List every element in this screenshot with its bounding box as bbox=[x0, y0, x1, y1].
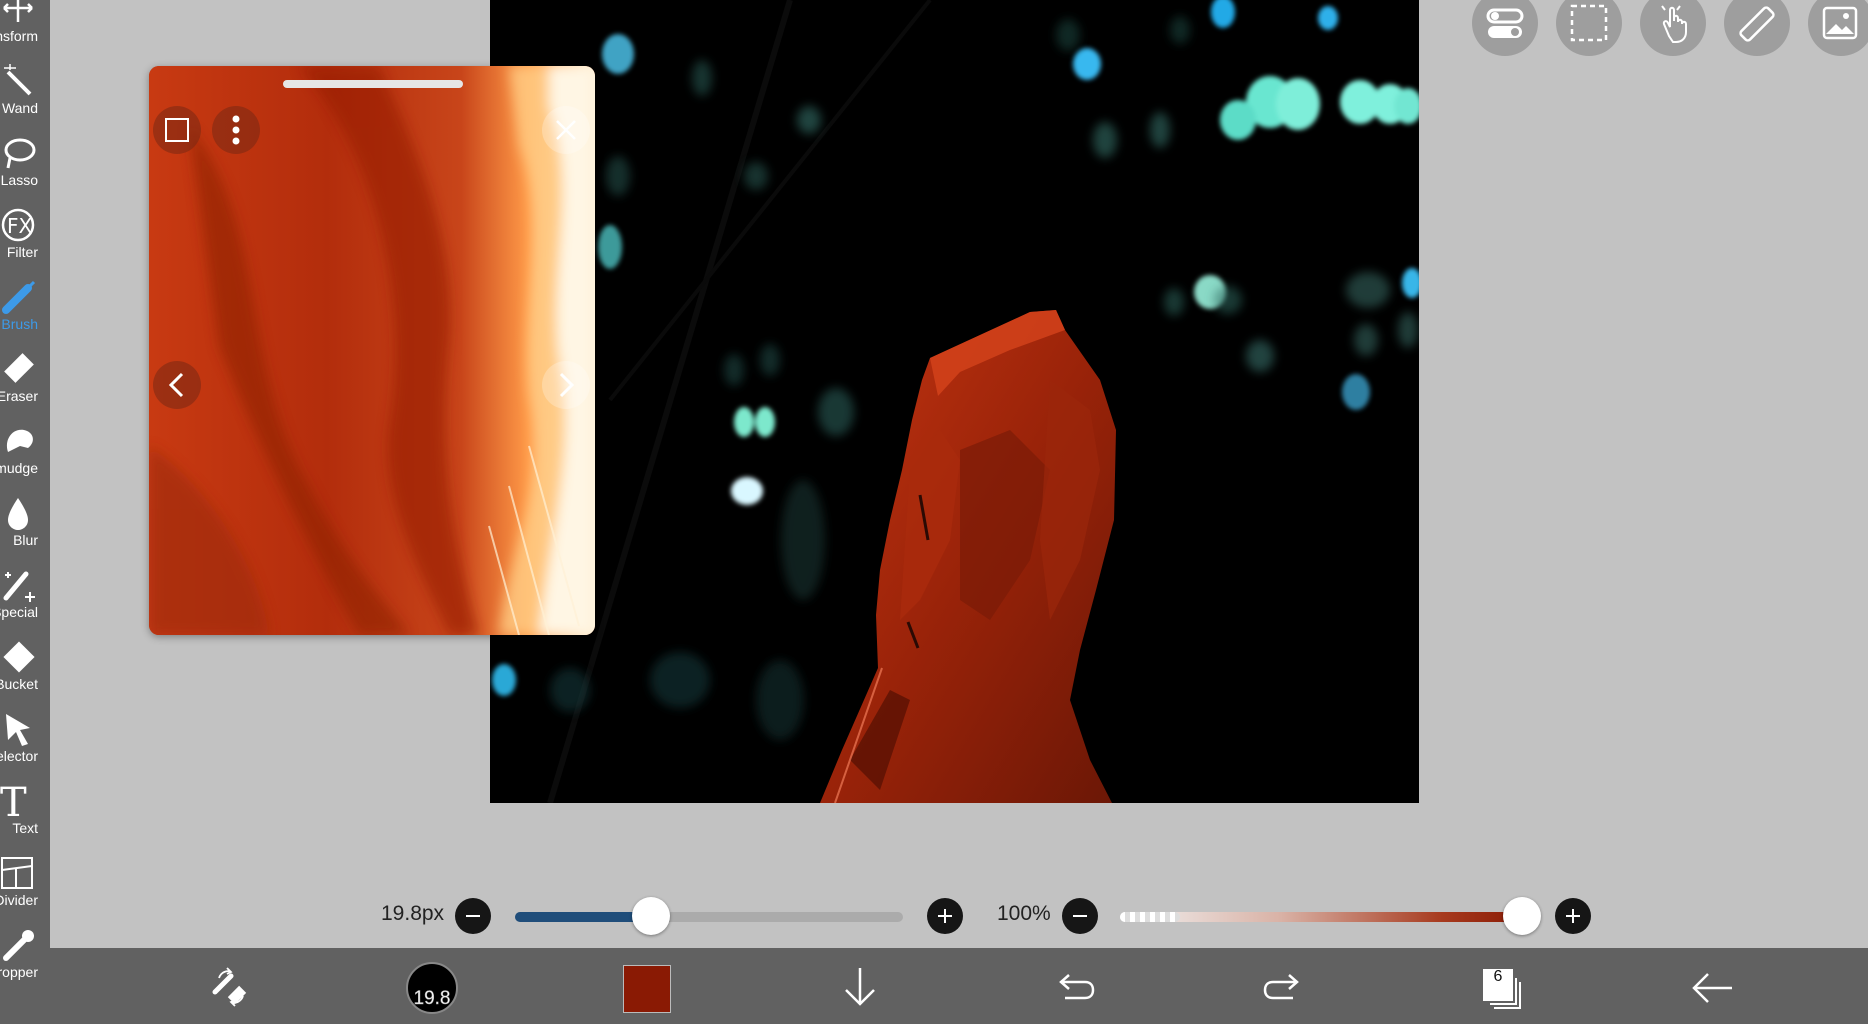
tool-label: Eyedropper bbox=[0, 964, 38, 980]
tool-label: Filter bbox=[6, 244, 38, 260]
text-icon: T bbox=[0, 780, 36, 826]
brush-size-badge-value: 19.8 bbox=[413, 988, 451, 1010]
tool-label: Special bbox=[0, 604, 38, 620]
tool-filter[interactable]: FX Filter bbox=[0, 200, 50, 272]
opacity-slider-handle[interactable] bbox=[1503, 897, 1541, 935]
brush-eraser-switch-button[interactable] bbox=[193, 948, 269, 1024]
tool-label: Eraser bbox=[0, 388, 38, 404]
square-frame-icon bbox=[165, 118, 189, 142]
tool-label: Text bbox=[12, 820, 38, 836]
opacity-increase-button[interactable] bbox=[1555, 898, 1591, 934]
chevron-right-icon bbox=[559, 372, 575, 398]
artwork bbox=[490, 0, 1419, 803]
tool-label: Bucket bbox=[0, 676, 38, 692]
undo-icon bbox=[1059, 974, 1095, 1000]
brush-slider-row: 19.8px 100% bbox=[0, 880, 1868, 950]
brush-size-decrease-button[interactable] bbox=[455, 898, 491, 934]
tool-label: Selector bbox=[0, 748, 38, 764]
tool-label: Transform bbox=[0, 28, 38, 44]
tool-magic-wand[interactable]: Magic Wand bbox=[0, 56, 50, 128]
layers-button[interactable]: 6 bbox=[1460, 948, 1536, 1024]
chevron-left-icon bbox=[168, 372, 184, 398]
layers-count: 6 bbox=[1493, 968, 1503, 985]
brush-size-slider-handle[interactable] bbox=[631, 897, 670, 935]
brush-size-slider[interactable] bbox=[515, 912, 903, 922]
close-icon bbox=[556, 120, 576, 140]
transform-icon bbox=[0, 0, 36, 28]
minus-icon bbox=[466, 915, 480, 917]
reference-next-button[interactable] bbox=[542, 361, 590, 409]
opacity-decrease-button[interactable] bbox=[1062, 898, 1098, 934]
tool-eraser[interactable]: Eraser bbox=[0, 344, 50, 416]
tool-text[interactable]: T Text bbox=[0, 776, 50, 848]
svg-text:FX: FX bbox=[7, 214, 33, 238]
eraser-icon bbox=[0, 350, 36, 388]
tool-bucket[interactable]: Bucket bbox=[0, 632, 50, 704]
opacity-slider[interactable] bbox=[1120, 912, 1522, 922]
toggle-switches-icon bbox=[1486, 8, 1524, 38]
redo-icon bbox=[1263, 974, 1299, 1000]
blur-icon bbox=[0, 494, 36, 532]
tool-label: Smudge bbox=[0, 460, 38, 476]
tool-panel: Transform Magic Wand Lasso FX Filter Brush Era… bbox=[0, 0, 50, 1024]
layer-down-button[interactable] bbox=[822, 948, 898, 1024]
color-picker-button[interactable] bbox=[623, 965, 671, 1013]
reference-prev-button[interactable] bbox=[153, 361, 201, 409]
tool-smudge[interactable]: Smudge bbox=[0, 416, 50, 488]
bottom-toolbar: 19.8 6 bbox=[50, 948, 1868, 1024]
tool-blur[interactable]: Blur bbox=[0, 488, 50, 560]
redo-button[interactable] bbox=[1247, 948, 1323, 1024]
reference-close-button[interactable] bbox=[542, 106, 590, 154]
brush-settings-button[interactable]: 19.8 bbox=[406, 962, 458, 1014]
smudge-icon bbox=[0, 422, 36, 460]
tool-transform[interactable]: Transform bbox=[0, 0, 50, 56]
reference-fit-button[interactable] bbox=[153, 106, 201, 154]
touch-mode-button[interactable] bbox=[1640, 0, 1706, 56]
tool-lasso[interactable]: Lasso bbox=[0, 128, 50, 200]
tool-label: Brush bbox=[1, 316, 38, 332]
plus-icon bbox=[1566, 909, 1580, 923]
more-vertical-icon bbox=[232, 115, 240, 145]
layers-stack-icon bbox=[1483, 969, 1521, 1009]
back-button[interactable] bbox=[1674, 948, 1750, 1024]
brush-eraser-swap-icon bbox=[212, 967, 247, 1007]
toggle-settings-button[interactable] bbox=[1472, 0, 1538, 56]
opacity-value: 100% bbox=[997, 902, 1051, 925]
drawing-canvas[interactable] bbox=[490, 0, 1419, 803]
selection-button[interactable] bbox=[1556, 0, 1622, 56]
lasso-icon bbox=[0, 134, 36, 172]
brush-size-value: 19.8px bbox=[381, 902, 445, 925]
arrow-left-icon bbox=[1692, 973, 1732, 1003]
brush-size-increase-button[interactable] bbox=[927, 898, 963, 934]
tool-label: Blur bbox=[13, 532, 38, 548]
image-material-icon bbox=[1822, 6, 1858, 40]
tool-selector[interactable]: Selector bbox=[0, 704, 50, 776]
tool-brush[interactable]: Brush bbox=[0, 272, 50, 344]
fx-icon: FX bbox=[0, 206, 36, 244]
tool-special[interactable]: Special bbox=[0, 560, 50, 632]
svg-text:T: T bbox=[0, 782, 27, 820]
material-button[interactable] bbox=[1808, 0, 1868, 56]
reference-window-drag-handle[interactable] bbox=[283, 80, 463, 88]
bucket-icon bbox=[0, 638, 36, 676]
minus-icon bbox=[1073, 915, 1087, 917]
reference-window[interactable] bbox=[149, 66, 595, 635]
selector-icon bbox=[0, 710, 36, 748]
ruler-button[interactable] bbox=[1724, 0, 1790, 56]
reference-menu-button[interactable] bbox=[212, 106, 260, 154]
undo-button[interactable] bbox=[1035, 948, 1111, 1024]
arrow-down-icon bbox=[845, 968, 875, 1006]
ruler-icon bbox=[1739, 6, 1775, 42]
hand-touch-icon bbox=[1661, 5, 1687, 43]
plus-icon bbox=[938, 909, 952, 923]
special-brush-icon bbox=[0, 566, 36, 604]
dashed-selection-icon bbox=[1570, 4, 1608, 42]
brush-icon bbox=[0, 278, 36, 316]
tool-label: Magic Wand bbox=[0, 100, 38, 116]
magic-wand-icon bbox=[0, 62, 36, 100]
tool-label: Lasso bbox=[0, 172, 38, 188]
